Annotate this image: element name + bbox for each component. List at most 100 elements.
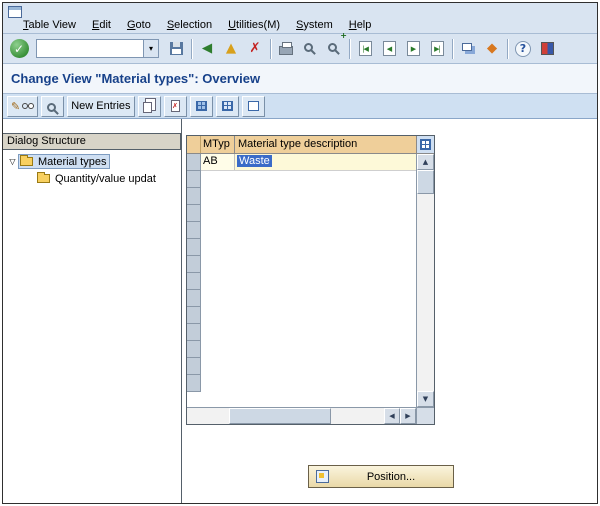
row-selector[interactable] [187,154,201,171]
cancel-button[interactable]: ✗ [243,37,267,61]
tree-item-quantity-value-update[interactable]: Quantity/value updat [3,170,181,187]
row-selector[interactable] [187,341,201,358]
menu-selection[interactable]: Selection [159,18,220,32]
menu-goto[interactable]: Goto [119,18,159,32]
row-selector[interactable] [187,239,201,256]
position-button[interactable]: Position... [308,465,454,488]
select-block-button[interactable] [215,95,239,117]
menu-bar: Table View Edit Goto Selection Utilities… [3,3,597,33]
new-session-icon [461,43,472,51]
vertical-scroll-track[interactable] [417,194,434,391]
help-button[interactable]: ? [511,37,535,61]
menu-edit[interactable]: Edit [84,18,119,32]
table-body: AB Waste ▲ ▼ [187,154,434,407]
title-bar: Change View "Material types": Overview [3,63,597,93]
next-page-button[interactable]: ▶ [401,37,425,61]
exit-button[interactable]: ▲ [219,37,243,61]
row-selector[interactable] [187,290,201,307]
command-dropdown-icon[interactable]: ▾ [143,40,158,57]
row-selector[interactable] [187,188,201,205]
deselect-all-button[interactable] [241,95,265,117]
tree-item-material-types[interactable]: ▽ Material types [3,153,181,170]
scroll-down-button[interactable]: ▼ [417,391,434,407]
delete-icon: ✗ [170,100,180,112]
row-selector[interactable] [187,273,201,290]
selected-text: Waste [237,155,272,167]
main-area: Dialog Structure ▽ Material types Quanti… [3,119,597,503]
new-entries-button[interactable]: New Entries [67,95,135,117]
select-all-icon [195,101,207,111]
find-button[interactable] [298,37,322,61]
standard-toolbar: ✓ ▾ ◀ ▲ ✗ + |◀ ◀ ▶ ▶| ◆ ? [3,31,597,63]
last-page-icon: ▶| [430,41,444,56]
delete-entry-button[interactable]: ✗ [163,95,187,117]
next-page-icon: ▶ [406,41,420,56]
tree-expand-icon[interactable]: ▽ [7,157,18,166]
check-icon: ✓ [9,39,29,58]
screen-icon [8,6,22,18]
find-next-button[interactable]: + [322,31,347,61]
row-selector[interactable] [187,358,201,375]
help-icon: ? [515,40,531,57]
copy-as-button[interactable] [137,95,161,117]
enter-button[interactable]: ✓ [7,37,31,61]
scroll-up-button[interactable]: ▲ [417,154,434,170]
menu-system[interactable]: System [288,18,341,32]
row-selector[interactable] [187,171,201,188]
command-field[interactable] [37,41,143,56]
first-page-icon: |◀ [358,41,372,56]
table-rows: AB Waste [187,154,416,407]
table-row: AB Waste [187,154,416,171]
window-frame: Table View Edit Goto Selection Utilities… [2,2,598,504]
row-selector[interactable] [187,256,201,273]
tree-item-label: Material types [38,155,107,168]
print-button[interactable] [274,37,298,61]
row-selector[interactable] [187,307,201,324]
horizontal-scroll-thumb[interactable] [229,408,331,424]
position-icon [316,470,329,483]
menu-items: Table View Edit Goto Selection Utilities… [15,18,379,32]
vertical-scroll-thumb[interactable] [417,170,434,194]
material-types-table: MTyp Material type description AB Waste [186,135,435,425]
toolbar-separator [191,38,192,59]
select-all-button[interactable] [189,95,213,117]
first-page-button[interactable]: |◀ [353,37,377,61]
tree-node[interactable]: Quantity/value updat [36,171,159,186]
horizontal-scrollbar[interactable]: ◀ ▶ [187,407,434,424]
display-change-toggle-button[interactable]: ✎ [7,95,39,117]
display-view-button[interactable] [41,95,65,117]
magnifier-icon [46,102,56,112]
table-settings-button[interactable] [416,136,434,153]
customize-layout-button[interactable] [535,37,559,61]
scroll-left-button[interactable]: ◀ [384,408,400,424]
menu-table-view[interactable]: Table View [15,18,84,32]
previous-page-button[interactable]: ◀ [377,37,401,61]
save-icon [169,42,183,55]
dialog-structure-tree: ▽ Material types Quantity/value updat [3,150,181,187]
horizontal-scroll-track[interactable] [187,408,384,424]
save-button[interactable] [164,37,188,61]
row-selector[interactable] [187,205,201,222]
last-page-button[interactable]: ▶| [425,37,449,61]
row-selector[interactable] [187,222,201,239]
pencil-icon: ✎ [11,99,21,113]
page-title: Change View "Material types": Overview [11,71,261,86]
scrollbar-corner [416,408,434,424]
new-session-button[interactable] [456,37,480,61]
select-block-icon [221,101,233,111]
row-selector[interactable] [187,324,201,341]
dialog-structure-panel: Dialog Structure ▽ Material types Quanti… [3,119,182,503]
tree-node-selected[interactable]: Material types [18,154,111,169]
menu-utilities[interactable]: Utilities(M) [220,18,288,32]
row-selector[interactable] [187,375,201,392]
scroll-right-button[interactable]: ▶ [400,408,416,424]
cell-mtyp[interactable]: AB [201,154,235,170]
cell-description[interactable]: Waste [235,154,416,170]
find-icon [304,42,313,52]
toolbar-separator [452,38,453,59]
column-header-mtyp: MTyp [201,136,235,153]
table-header-row: MTyp Material type description [187,136,434,154]
create-shortcut-button[interactable]: ◆ [480,37,504,61]
back-button[interactable]: ◀ [195,37,219,61]
vertical-scrollbar[interactable]: ▲ ▼ [416,154,434,407]
